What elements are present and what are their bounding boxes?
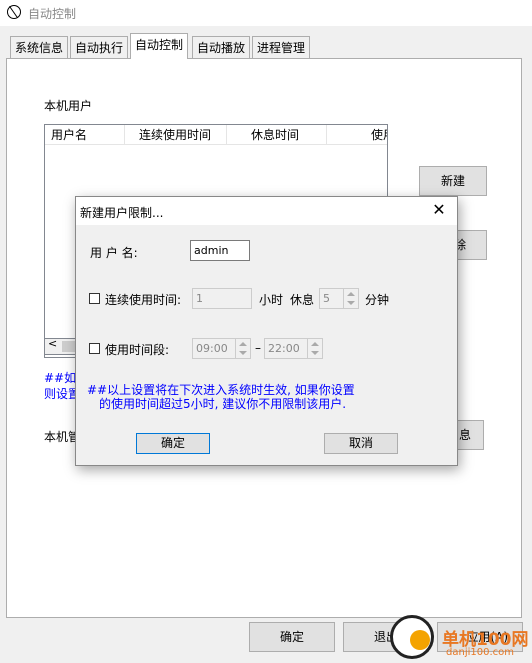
period-end-spinner[interactable] [307,338,323,359]
watermark-url: danji100.com [446,647,514,658]
time-period-label: 使用时间段: [105,343,170,357]
column-header-username[interactable]: 用户名 [45,125,125,145]
time-period-checkbox[interactable] [89,343,100,354]
period-dash: – [255,341,261,355]
tab-auto-play[interactable]: 自动播放 [192,36,251,58]
rest-spinner[interactable] [343,288,359,309]
scroll-left-icon[interactable]: < [48,337,57,350]
dialog-note-line1: ##以上设置将在下次进入系统时生效, 如果你设置 [87,383,355,397]
tab-auto-control[interactable]: 自动控制 [130,33,189,59]
continuous-time-checkbox[interactable] [89,293,100,304]
window-titlebar: 自动控制 [0,0,532,26]
period-end-input[interactable]: 22:00 [264,338,308,359]
watermark-logo-dot [410,630,430,650]
tab-system-info[interactable]: 系统信息 [10,36,69,58]
rest-label: 休息 [290,293,315,307]
tab-process-mgmt[interactable]: 进程管理 [252,36,311,58]
dialog-titlebar: 新建用户限制... ✕ [76,197,457,225]
column-header-usage[interactable]: 使用 [327,125,387,145]
column-header-rest-time[interactable]: 休息时间 [227,125,327,145]
username-label: 用 户 名: [90,246,138,260]
dialog-ok-button[interactable]: 确定 [136,433,210,454]
dialog-title: 新建用户限制... [80,206,164,220]
period-start-input[interactable]: 09:00 [192,338,236,359]
minutes-label: 分钟 [365,293,390,307]
dialog-note-line2: 的使用时间超过5小时, 建议你不用限制该用户. [99,397,347,411]
continuous-time-label: 连续使用时间: [105,293,182,307]
footer-ok-button[interactable]: 确定 [249,622,335,652]
username-input[interactable]: admin [190,240,250,261]
new-button[interactable]: 新建 [419,166,487,196]
close-icon[interactable]: ✕ [428,200,450,220]
window-title: 自动控制 [28,7,77,21]
period-start-spinner[interactable] [235,338,251,359]
dialog-cancel-button[interactable]: 取消 [324,433,398,454]
rest-minutes-input[interactable]: 5 [319,288,344,309]
dialog-note: ##以上设置将在下次进入系统时生效, 如果你设置 的使用时间超过5小时, 建议你… [87,383,355,411]
new-user-limit-dialog: 新建用户限制... ✕ 用 户 名: admin 连续使用时间: 1 小时 休息… [75,196,458,466]
column-header-continuous-time[interactable]: 连续使用时间 [125,125,227,145]
hours-label: 小时 [259,293,284,307]
app-icon [7,5,21,19]
tab-auto-exec[interactable]: 自动执行 [70,36,129,58]
continuous-hours-input[interactable]: 1 [192,288,252,309]
local-user-label: 本机用户 [44,99,93,113]
